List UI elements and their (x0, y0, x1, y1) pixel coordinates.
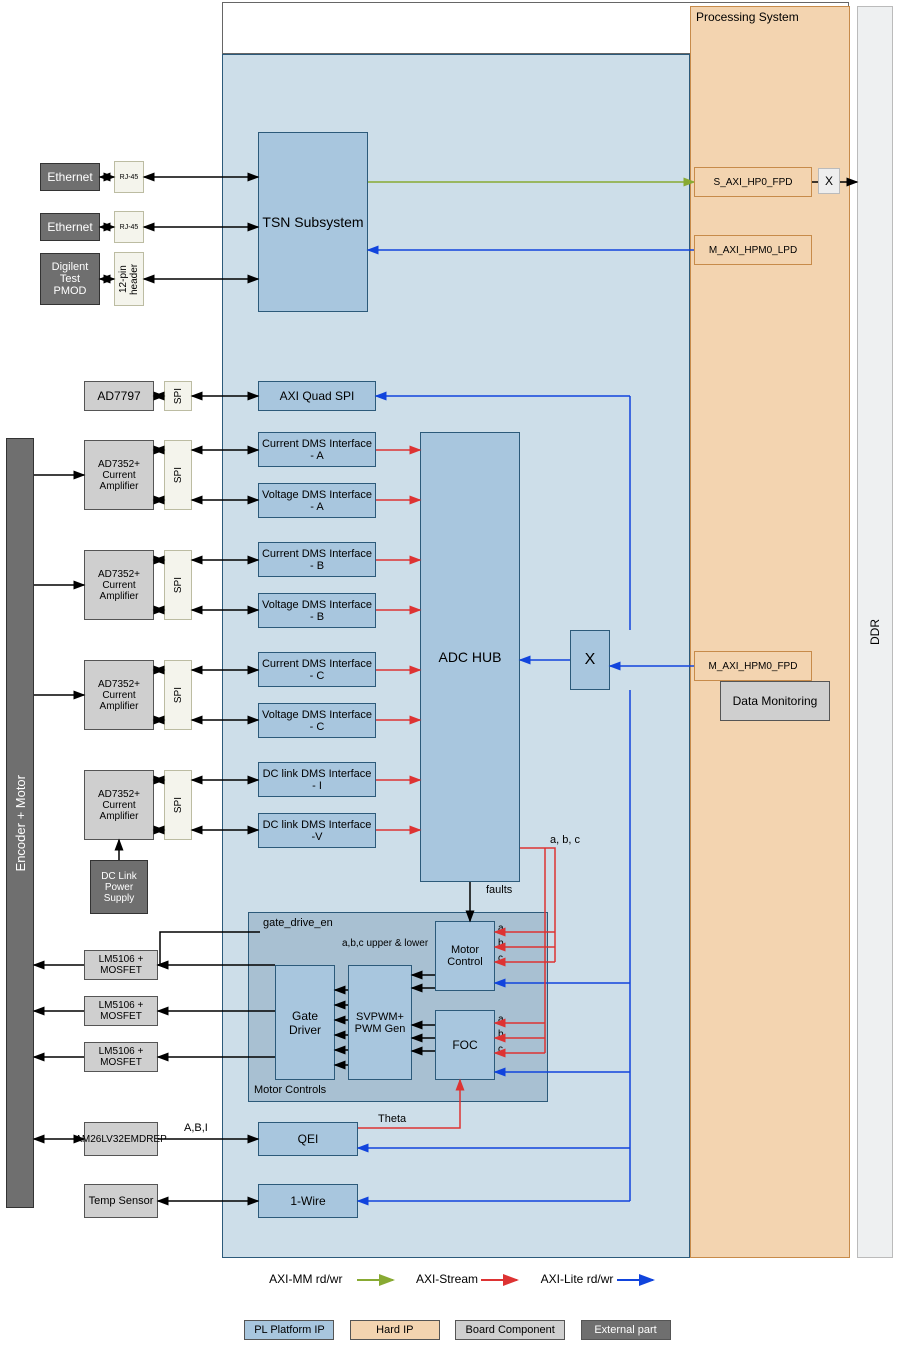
spi-2: SPI (164, 550, 192, 620)
foc-sig-c: c (498, 1044, 503, 1055)
current-dms-a: Current DMS Interface - A (258, 432, 376, 467)
ethernet-2: Ethernet (40, 213, 100, 241)
hub-x: X (570, 630, 610, 690)
legend-plip: PL Platform IP (244, 1320, 334, 1340)
encoder-motor-label: Encoder + Motor (13, 775, 28, 871)
ad7352-b: AD7352+ Current Amplifier (84, 550, 154, 620)
ad7352-a: AD7352+ Current Amplifier (84, 440, 154, 510)
ps-title: Processing System (696, 10, 799, 24)
ddr-block: DDR (857, 6, 893, 1258)
data-monitoring: Data Monitoring (720, 681, 830, 721)
spi3-label: SPI (173, 687, 184, 703)
ethernet-1: Ethernet (40, 163, 100, 191)
mosfet-1: LM5106 + MOSFET (84, 950, 158, 980)
faults-label: faults (486, 884, 512, 896)
spi0-label: SPI (173, 388, 184, 404)
m-axi-hpm0-lpd: M_AXI_HPM0_LPD (694, 235, 812, 265)
spi-4: SPI (164, 770, 192, 840)
tsn-subsystem: TSN Subsystem (258, 132, 368, 312)
mc-sig-c: c (498, 953, 503, 964)
legend-boardcomp: Board Component (455, 1320, 565, 1340)
dclink-dms-i: DC link DMS Interface - I (258, 762, 376, 797)
foc-sig-b: b (498, 1029, 504, 1040)
motor-control: Motor Control (435, 921, 495, 991)
spi2-label: SPI (173, 577, 184, 593)
gate-drive-en-label: gate_drive_en (263, 917, 333, 929)
mosfet-3: LM5106 + MOSFET (84, 1042, 158, 1072)
digilent-pmod: Digilent Test PMOD (40, 253, 100, 305)
abi-label: A,B,I (184, 1122, 208, 1134)
pin12-header: 12-pin header (114, 252, 144, 306)
theta-label: Theta (378, 1113, 406, 1125)
spi1-label: SPI (173, 467, 184, 483)
abc-label-top: a, b, c (550, 834, 580, 846)
foc-sig-a: a (498, 1014, 504, 1025)
gate-driver: Gate Driver (275, 965, 335, 1080)
spi-0: SPI (164, 381, 192, 411)
spi-1: SPI (164, 440, 192, 510)
mc-sig-b: b (498, 938, 504, 949)
dc-link-power-supply: DC Link Power Supply (90, 860, 148, 914)
legend-axistream: AXI-Stream (416, 1272, 478, 1286)
spi-3: SPI (164, 660, 192, 730)
legend-hardip: Hard IP (350, 1320, 440, 1340)
foc: FOC (435, 1010, 495, 1080)
am26lv32: AM26LV32EMDREP (84, 1122, 158, 1156)
mosfet-2: LM5106 + MOSFET (84, 996, 158, 1026)
pin12-label: 12-pin header (118, 255, 140, 303)
mc-sig-a: a (498, 923, 504, 934)
voltage-dms-b: Voltage DMS Interface - B (258, 593, 376, 628)
motor-controls-label: Motor Controls (254, 1084, 326, 1096)
ad7352-c: AD7352+ Current Amplifier (84, 660, 154, 730)
voltage-dms-c: Voltage DMS Interface - C (258, 703, 376, 738)
ad7352-d: AD7352+ Current Amplifier (84, 770, 154, 840)
ps-x-icon: X (818, 168, 840, 194)
spi4-label: SPI (173, 797, 184, 813)
svpwm-pwm-gen: SVPWM+ PWM Gen (348, 965, 412, 1080)
adc-hub: ADC HUB (420, 432, 520, 882)
axi-quad-spi: AXI Quad SPI (258, 381, 376, 411)
abc-upper-lower-label: a,b,c upper & lower (342, 938, 428, 949)
legend-aximm: AXI-MM rd/wr (258, 1272, 353, 1286)
current-dms-c: Current DMS Interface - C (258, 652, 376, 687)
qei: QEI (258, 1122, 358, 1156)
legend-extpart: External part (581, 1320, 671, 1340)
ad7797: AD7797 (84, 381, 154, 411)
voltage-dms-a: Voltage DMS Interface - A (258, 483, 376, 518)
legend-axilite: AXI-Lite rd/wr (541, 1272, 614, 1286)
current-dms-b: Current DMS Interface - B (258, 542, 376, 577)
temp-sensor: Temp Sensor (84, 1184, 158, 1218)
encoder-motor-block: Encoder + Motor (6, 438, 34, 1208)
one-wire: 1-Wire (258, 1184, 358, 1218)
ddr-label: DDR (868, 619, 882, 645)
rj45-1: RJ-45 (114, 161, 144, 193)
m-axi-hpm0-fpd: M_AXI_HPM0_FPD (694, 651, 812, 681)
dclink-dms-v: DC link DMS Interface -V (258, 813, 376, 848)
s-axi-hp0-fpd: S_AXI_HP0_FPD (694, 167, 812, 197)
rj45-2: RJ-45 (114, 211, 144, 243)
